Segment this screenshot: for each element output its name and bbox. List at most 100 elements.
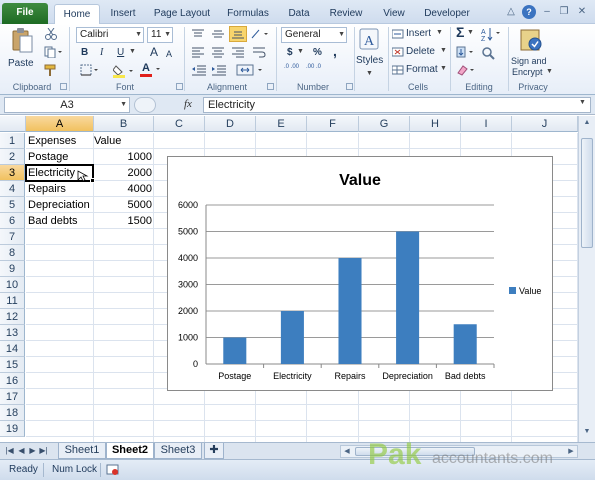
insert-cells-icon[interactable] xyxy=(391,29,404,42)
borders-icon[interactable] xyxy=(80,64,100,79)
file-tab[interactable]: File xyxy=(2,3,48,24)
column-header-G[interactable]: G xyxy=(359,116,410,132)
sign-encrypt-label-line2[interactable]: Encrypt xyxy=(512,65,543,79)
number-format-combo[interactable]: General ▼ xyxy=(281,27,347,43)
font-size-combo[interactable]: 11 ▼ xyxy=(147,27,173,43)
shrink-font-button[interactable]: A xyxy=(166,47,172,61)
tab-review[interactable]: Review xyxy=(324,4,368,24)
cell-B3[interactable]: 2000 xyxy=(92,165,154,181)
format-painter-icon[interactable] xyxy=(44,64,58,79)
row-header-6[interactable]: 6 xyxy=(0,213,25,229)
tab-view[interactable]: View xyxy=(376,4,412,24)
row-header-11[interactable]: 11 xyxy=(0,293,25,309)
insert-dropdown-icon[interactable]: ▼ xyxy=(436,26,443,40)
underline-button[interactable]: U xyxy=(117,46,124,60)
fill-icon[interactable] xyxy=(456,46,476,61)
column-header-D[interactable]: D xyxy=(205,116,256,132)
cell-A1[interactable]: Expenses xyxy=(26,133,94,149)
column-header-A[interactable]: A xyxy=(26,116,94,132)
row-header-4[interactable]: 4 xyxy=(0,181,25,197)
find-select-icon[interactable] xyxy=(481,46,503,63)
cell-B1[interactable]: Value xyxy=(92,133,154,149)
scroll-up-icon[interactable]: ▲ xyxy=(580,119,594,126)
column-header-F[interactable]: F xyxy=(307,116,359,132)
prev-sheet-icon[interactable]: ◀ xyxy=(17,446,26,455)
column-header-E[interactable]: E xyxy=(256,116,307,132)
cell-A2[interactable]: Postage xyxy=(26,149,94,165)
scroll-left-icon[interactable]: ◀ xyxy=(341,446,353,457)
column-header-H[interactable]: H xyxy=(410,116,461,132)
name-box[interactable]: A3 ▼ xyxy=(4,97,130,113)
tab-developer[interactable]: Developer xyxy=(420,4,474,24)
scroll-down-icon[interactable]: ▼ xyxy=(580,428,594,435)
row-header-19[interactable]: 19 xyxy=(0,421,25,437)
sign-encrypt-dropdown-icon[interactable]: ▼ xyxy=(546,65,553,79)
delete-dropdown-icon[interactable]: ▼ xyxy=(440,44,447,58)
insert-cells-button[interactable]: Insert xyxy=(406,27,431,41)
format-cells-button[interactable]: Format xyxy=(406,63,438,77)
close-window-icon[interactable]: ✕ xyxy=(575,5,589,19)
row-header-10[interactable]: 10 xyxy=(0,277,25,293)
column-header-I[interactable]: I xyxy=(461,116,512,132)
sheet-tab-3[interactable]: Sheet3 xyxy=(154,443,202,459)
autosum-dropdown-icon[interactable]: ▼ xyxy=(467,26,474,40)
merge-center-icon[interactable] xyxy=(236,64,266,79)
font-color-icon[interactable]: A xyxy=(140,62,162,81)
align-bottom-icon[interactable] xyxy=(229,26,247,42)
clipboard-dialog-launcher-icon[interactable] xyxy=(60,83,67,90)
delete-cells-button[interactable]: Delete xyxy=(406,45,435,59)
row-header-1[interactable]: 1 xyxy=(0,133,25,149)
first-sheet-icon[interactable]: |◀ xyxy=(5,446,14,455)
sign-encrypt-icon[interactable] xyxy=(518,27,544,56)
currency-dropdown-icon[interactable]: ▼ xyxy=(297,45,304,59)
row-header-18[interactable]: 18 xyxy=(0,405,25,421)
cell-A6[interactable]: Bad debts xyxy=(26,213,94,229)
help-icon[interactable]: ? xyxy=(522,5,536,19)
expand-formula-bar-icon[interactable]: ▼ xyxy=(579,99,586,106)
autosum-button[interactable]: Σ xyxy=(456,25,464,39)
clear-icon[interactable] xyxy=(456,64,476,79)
row-header-2[interactable]: 2 xyxy=(0,149,25,165)
row-header-17[interactable]: 17 xyxy=(0,389,25,405)
wrap-text-icon[interactable] xyxy=(252,46,266,61)
decrease-indent-icon[interactable] xyxy=(191,64,207,79)
embedded-chart[interactable]: Value 0 1000 2000 3000 4000 5000 6000 Postage Ele… xyxy=(167,156,553,391)
fill-handle[interactable] xyxy=(90,178,95,183)
cell-B6[interactable]: 1500 xyxy=(92,213,154,229)
styles-button[interactable]: Styles xyxy=(356,54,383,68)
next-sheet-icon[interactable]: ▶ xyxy=(28,446,37,455)
sheet-tab-1[interactable]: Sheet1 xyxy=(58,443,106,459)
decrease-decimal-button[interactable]: .00 .0 xyxy=(306,64,324,70)
last-sheet-icon[interactable]: ▶| xyxy=(39,446,48,455)
vertical-scroll-thumb[interactable] xyxy=(581,138,593,248)
sort-filter-icon[interactable]: AZ xyxy=(481,26,503,45)
row-header-12[interactable]: 12 xyxy=(0,309,25,325)
macro-record-icon[interactable] xyxy=(106,464,120,479)
increase-decimal-button[interactable]: .0 .00 xyxy=(284,64,302,70)
sheet-tab-2[interactable]: Sheet2 xyxy=(106,443,154,459)
cell-A5[interactable]: Depreciation xyxy=(26,197,94,213)
format-dropdown-icon[interactable]: ▼ xyxy=(440,62,447,76)
row-header-16[interactable]: 16 xyxy=(0,373,25,389)
number-dialog-launcher-icon[interactable] xyxy=(346,83,353,90)
value-bar-chart[interactable]: Value 0 1000 2000 3000 4000 5000 6000 Postage Ele… xyxy=(168,157,552,390)
grow-font-button[interactable]: A xyxy=(150,45,158,59)
tab-insert[interactable]: Insert xyxy=(104,4,142,24)
underline-dropdown-icon[interactable]: ▼ xyxy=(129,45,136,59)
row-header-5[interactable]: 5 xyxy=(0,197,25,213)
font-name-combo[interactable]: Calibri ▼ xyxy=(76,27,144,43)
insert-sheet-icon[interactable]: ✚ xyxy=(204,443,224,459)
format-cells-icon[interactable] xyxy=(391,65,404,78)
insert-function-icon[interactable]: fx xyxy=(184,98,192,110)
styles-dropdown-icon[interactable]: ▼ xyxy=(366,67,373,81)
orientation-icon[interactable] xyxy=(250,28,270,43)
row-header-13[interactable]: 13 xyxy=(0,325,25,341)
align-left-icon[interactable] xyxy=(191,46,205,61)
paste-icon[interactable] xyxy=(11,27,33,53)
cell-B5[interactable]: 5000 xyxy=(92,197,154,213)
name-box-dropdown-icon[interactable]: ▼ xyxy=(120,98,127,112)
tab-formulas[interactable]: Formulas xyxy=(222,4,274,24)
row-header-14[interactable]: 14 xyxy=(0,341,25,357)
cut-icon[interactable] xyxy=(44,27,58,43)
delete-cells-icon[interactable] xyxy=(391,47,404,60)
